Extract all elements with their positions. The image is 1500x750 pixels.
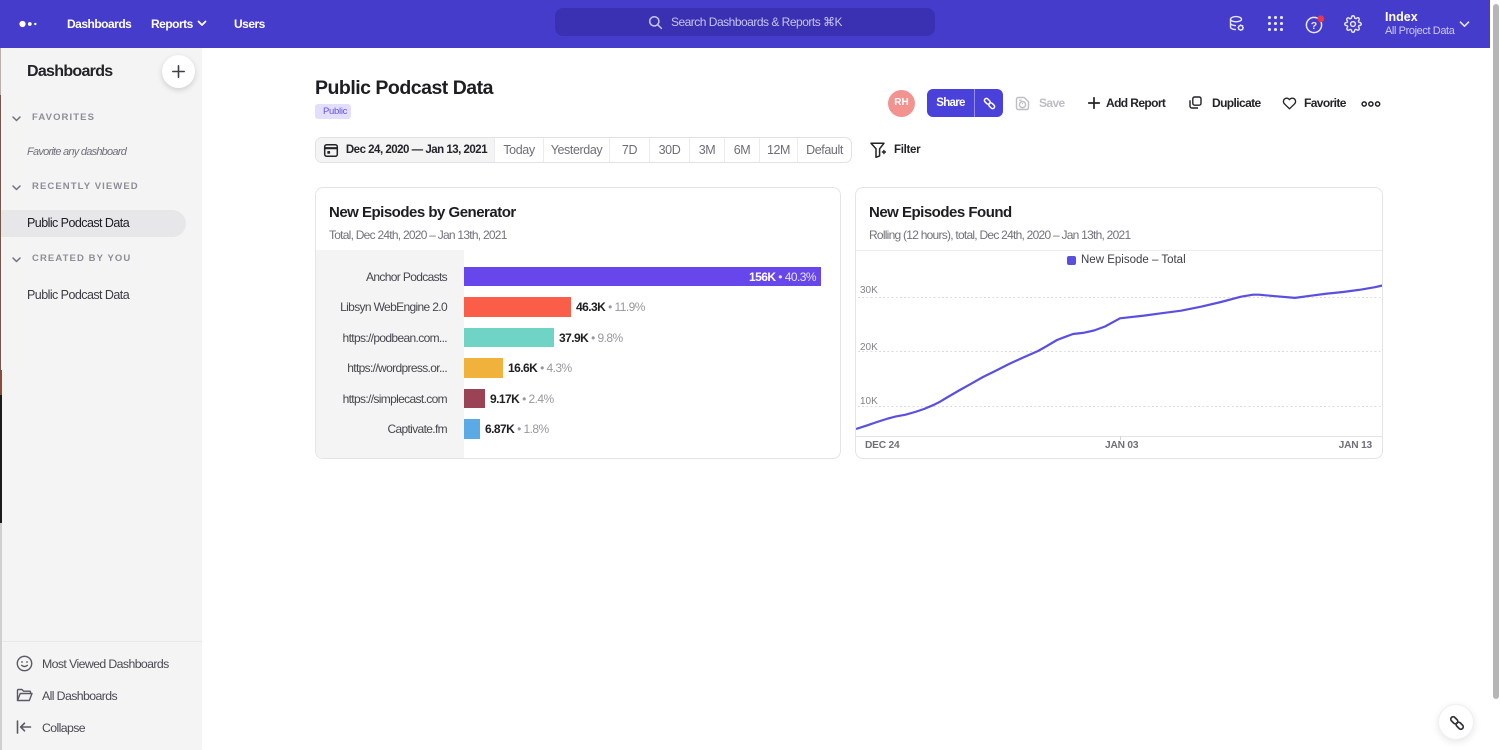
svg-text:?: ?: [1311, 20, 1317, 32]
